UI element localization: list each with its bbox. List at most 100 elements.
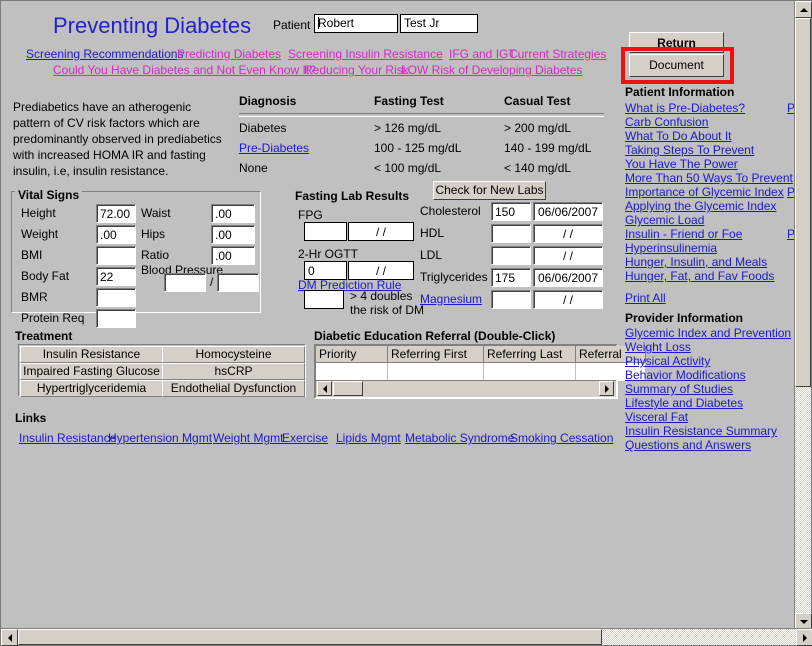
lab-value-triglycerides[interactable] [491,268,531,287]
patient-first-name-input[interactable]: Robert [314,14,398,33]
vertical-scroll-thumb[interactable] [795,18,811,387]
return-button[interactable]: Return [629,32,724,53]
nav-link-6[interactable]: Could You Have Diabetes and Not Even Kno… [53,63,316,77]
horizontal-scroll-thumb[interactable] [18,629,602,645]
scroll-left-button[interactable] [1,629,18,646]
referral-column-header-referring-last[interactable]: Referring Last [484,346,576,363]
scroll-up-button[interactable] [795,1,812,18]
patient-info-link-what-to-do-about-it[interactable]: What To Do About It [625,129,732,143]
chevron-left-icon [7,633,12,642]
referral-scroll-thumb[interactable] [333,381,363,396]
provider-info-link-summary-of-studies[interactable]: Summary of Studies [625,382,733,396]
referral-column-header-referring-first[interactable]: Referring First [388,346,484,363]
referral-horizontal-scrollbar[interactable] [316,380,616,397]
provider-information-title: Provider Information [625,311,744,325]
referral-scroll-right-button[interactable] [599,381,614,396]
lab-date-fpg[interactable] [348,222,414,241]
horizontal-scrollbar[interactable] [1,628,812,646]
vital-input-bmr[interactable] [96,288,136,307]
lab-date-triglycerides[interactable] [533,268,603,287]
lab-date-ldl[interactable] [533,246,603,265]
patient-info-link-carb-confusion[interactable]: Carb Confusion [625,115,708,129]
horizontal-scroll-track[interactable] [18,629,796,645]
nav-link-8[interactable]: LOW Risk of Developing Diabetes [401,63,582,77]
footer-link-insulin-resistance[interactable]: Insulin Resistance [19,431,116,445]
provider-info-link-physical-activity[interactable]: Physical Activity [625,354,710,368]
patient-last-name-input[interactable]: Test Jr [400,14,478,33]
patient-info-link-taking-steps-to-prevent[interactable]: Taking Steps To Prevent [625,143,754,157]
lab-date-hdl[interactable] [533,224,603,243]
patient-info-link-more-than-50-ways-to-prevent[interactable]: More Than 50 Ways To Prevent [625,171,793,185]
provider-info-link-weight-loss[interactable]: Weight Loss [625,340,691,354]
referral-grid[interactable]: Priority Referring First Referring Last Ref… [314,344,646,399]
footer-link-weight-mgmt[interactable]: Weight Mgmt [213,431,283,445]
lab-date-magnesium[interactable] [533,290,603,309]
print-all-link[interactable]: Print All [625,291,666,305]
nav-link-5[interactable]: Current Strategies [509,47,606,61]
diagnosis-table: Diagnosis Fasting Test Casual Test Diabetes… [239,94,611,181]
vital-input-height[interactable] [96,204,136,223]
bp-diastolic-input[interactable] [217,273,259,292]
treatment-button-hscrp[interactable]: hsCRP [162,363,305,380]
patient-info-link-hyperinsulinemia[interactable]: Hyperinsulinemia [625,241,717,255]
patient-label: Patient [273,18,311,32]
treatment-button-hypertriglyceridemia[interactable]: Hypertriglyceridemia [20,380,163,397]
treatment-button-insulin-resistance[interactable]: Insulin Resistance [20,346,163,363]
footer-link-metabolic-syndrome[interactable]: Metabolic Syndrome [405,431,514,445]
patient-info-link-what-is-pre-diabetes[interactable]: What is Pre-Diabetes? [625,101,745,115]
bp-separator: / [210,275,214,289]
patient-info-link-insulin-friend-or-foe[interactable]: Insulin - Friend or Foe [625,227,742,241]
vital-input-body-fat[interactable] [96,267,136,286]
lab-value-magnesium[interactable] [491,290,531,309]
footer-link-exercise[interactable]: Exercise [282,431,328,445]
vital-input-waist[interactable] [211,204,255,223]
vital-input-protein-req[interactable] [96,309,136,328]
referral-scroll-left-button[interactable] [317,381,332,396]
patient-info-link-glycemic-load[interactable]: Glycemic Load [625,213,704,227]
bp-systolic-input[interactable] [164,273,206,292]
pre-diabetes-link[interactable]: Pre-Diabetes [239,141,309,155]
scroll-right-button[interactable] [796,629,812,646]
patient-info-link-hunger-insulin-and-meals[interactable]: Hunger, Insulin, and Meals [625,255,767,269]
treatment-button-homocysteine[interactable]: Homocysteine [162,346,305,363]
provider-info-link-behavior-modifications[interactable]: Behavior Modifications [625,368,746,382]
vital-input-weight[interactable] [96,225,136,244]
referral-cell[interactable] [484,363,576,381]
patient-info-link-applying-the-glycemic-index[interactable]: Applying the Glycemic Index [625,199,776,213]
lab-date-cholesterol[interactable] [533,202,603,221]
footer-link-smoking-cessation[interactable]: Smoking Cessation [510,431,613,445]
referral-cell[interactable] [316,363,388,381]
nav-link-4[interactable]: IFG and IGT [449,47,516,61]
document-button[interactable]: Document [629,54,724,77]
lab-value-cholesterol[interactable] [491,202,531,221]
footer-link-lipids-mgmt[interactable]: Lipids Mgmt [336,431,401,445]
patient-info-link-you-have-the-power[interactable]: You Have The Power [625,157,738,171]
provider-info-link-lifestyle-and-diabetes[interactable]: Lifestyle and Diabetes [625,396,743,410]
referral-cell[interactable] [388,363,484,381]
vertical-scroll-track[interactable] [795,18,811,613]
lab-value-fpg[interactable] [304,222,347,241]
provider-info-link-glycemic-index-and-prevention[interactable]: Glycemic Index and Prevention [625,326,791,340]
nav-link-7[interactable]: Reducing Your Risk [304,63,409,77]
patient-info-link-hunger-fat-and-fav-foods[interactable]: Hunger, Fat, and Fav Foods [625,269,774,283]
dm-prediction-input[interactable] [304,290,344,309]
referral-column-header-priority[interactable]: Priority [316,346,388,363]
nav-link-1[interactable]: Screening Recommendations [26,47,183,61]
provider-info-link-insulin-resistance-summary[interactable]: Insulin Resistance Summary [625,424,777,438]
vital-input-hips[interactable] [211,225,255,244]
provider-info-link-visceral-fat[interactable]: Visceral Fat [625,410,688,424]
check-for-new-labs-button[interactable]: Check for New Labs [433,181,546,200]
lab-value-ldl[interactable] [491,246,531,265]
nav-link-3[interactable]: Screening Insulin Resistance [288,47,443,61]
treatment-button-impaired-fasting-glucose[interactable]: Impaired Fasting Glucose [20,363,163,380]
diagnosis-row: Pre-Diabetes 100 - 125 mg/dL 140 - 199 mg/… [239,141,611,161]
patient-info-link-importance-of-glycemic-index[interactable]: Importance of Glycemic Index [625,185,784,199]
lab-value-hdl[interactable] [491,224,531,243]
provider-info-link-questions-and-answers[interactable]: Questions and Answers [625,438,751,452]
nav-link-2[interactable]: Predicting Diabetes [177,47,281,61]
footer-link-hypertension-mgmt[interactable]: Hypertension Mgmt [108,431,212,445]
magnesium-link[interactable]: Magnesium [420,292,482,306]
vertical-scrollbar[interactable] [794,1,812,630]
treatment-button-endothelial-dysfunction[interactable]: Endothelial Dysfunction [162,380,305,397]
vital-input-bmi[interactable] [96,246,136,265]
